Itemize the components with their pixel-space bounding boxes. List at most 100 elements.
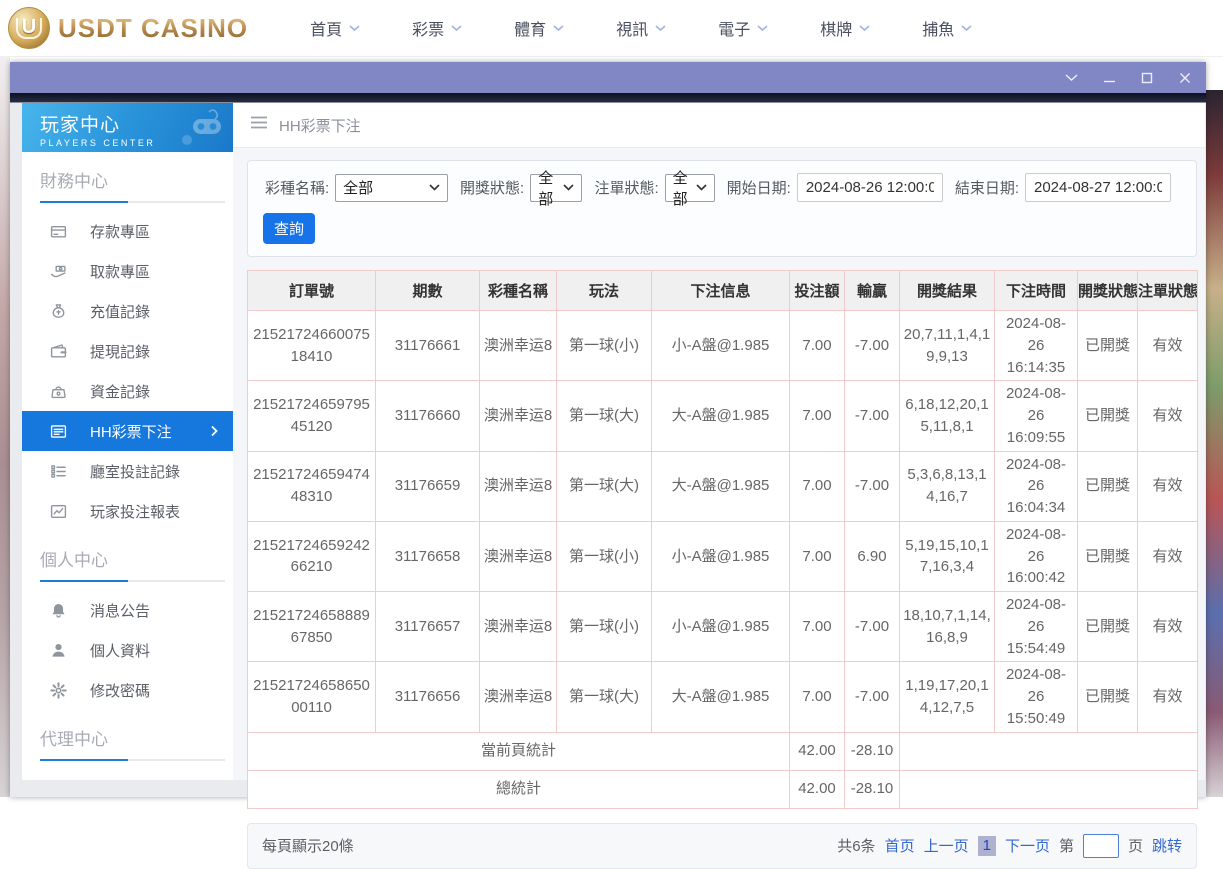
- prev-page-link[interactable]: 上一页: [924, 835, 969, 856]
- sidebar-item[interactable]: 存款專區: [22, 211, 233, 251]
- table-cell: 31176657: [375, 590, 480, 663]
- table-column-header: 下注信息: [651, 270, 790, 311]
- first-page-link[interactable]: 首页: [885, 835, 915, 856]
- nav-item[interactable]: 棋牌: [820, 16, 870, 40]
- table-cell: 大-A盤@1.985: [651, 661, 790, 733]
- withdraw-hand-icon: [49, 262, 67, 280]
- table-cell: 18,10,7,1,14,16,8,9: [899, 590, 995, 663]
- sidebar-item[interactable]: 代理規則說明: [22, 769, 233, 780]
- end-date-input[interactable]: [1025, 173, 1171, 202]
- table-cell: -7.00: [844, 661, 900, 733]
- table-cell: 31176660: [375, 380, 480, 452]
- nav-item[interactable]: 首頁: [310, 16, 360, 40]
- chevron-down-icon: [757, 19, 768, 37]
- table-cell: 5,19,15,10,17,16,3,4: [899, 520, 995, 593]
- logo-icon: U: [8, 7, 50, 49]
- window-titlebar: [10, 62, 1206, 93]
- table-cell: 小-A盤@1.985: [651, 590, 790, 663]
- summary-empty-cell: [899, 769, 1198, 809]
- table-cell: 2024-08-26 16:14:35: [994, 309, 1078, 382]
- breadcrumb: HH彩票下注: [233, 103, 1205, 148]
- table-row: 2152172465979545120 31176660 澳洲幸运8 第一球(大) 大-…: [247, 380, 1198, 452]
- table-cell: 2024-08-26 15:50:49: [994, 661, 1078, 733]
- jump-link[interactable]: 跳转: [1152, 835, 1182, 856]
- sidebar-item[interactable]: 提現記錄: [22, 331, 233, 371]
- minimize-icon[interactable]: [1102, 71, 1116, 85]
- menu-icon[interactable]: [250, 116, 268, 134]
- sidebar-item[interactable]: 資金記錄: [22, 371, 233, 411]
- table-cell: 第一球(大): [556, 450, 652, 522]
- nav-item-label: 捕魚: [922, 22, 955, 39]
- bets-table: 訂單號 期數 彩種名稱 玩法 下注信息 投注額 輸贏 開獎結果 下注時間 開獎狀態 注單狀態 215…: [247, 270, 1198, 809]
- nav-item[interactable]: 電子: [718, 16, 768, 40]
- money-bag-icon: [49, 302, 67, 320]
- table-cell: -7.00: [844, 309, 900, 382]
- summary-winloss-total: -28.10: [844, 769, 900, 809]
- collapse-icon[interactable]: [1064, 71, 1078, 85]
- table-cell: 7.00: [789, 661, 845, 733]
- table-cell: 20,7,11,1,4,19,9,13: [899, 309, 995, 382]
- sidebar-item-label: 代理規則說明: [90, 779, 180, 781]
- table-cell: 1,19,17,20,14,12,7,5: [899, 661, 995, 733]
- nav-item[interactable]: 體育: [514, 16, 564, 40]
- table-cell: -7.00: [844, 590, 900, 663]
- table-header-row: 訂單號 期數 彩種名稱 玩法 下注信息 投注額 輸贏 開獎結果 下注時間 開獎狀態 注單狀態: [247, 270, 1198, 311]
- nav-item[interactable]: 捕魚: [922, 16, 972, 40]
- main-content: HH彩票下注 彩種名稱: 全部 開獎狀態: 全部 注單狀態: 全部 開始日期: …: [233, 103, 1205, 869]
- sidebar-item[interactable]: HH彩票下注: [22, 411, 233, 451]
- table-cell: 2152172465947448310: [247, 450, 376, 522]
- sidebar-item-label: 資金記錄: [90, 383, 151, 401]
- table-cell: 7.00: [789, 590, 845, 663]
- sidebar-item[interactable]: 取款專區: [22, 251, 233, 291]
- lottery-name-select[interactable]: 全部: [335, 173, 449, 202]
- table-cell: 6,18,12,20,15,11,8,1: [899, 380, 995, 452]
- site-logo[interactable]: U USDT CASINO: [8, 7, 248, 49]
- filter-row: 彩種名稱: 全部 開獎狀態: 全部 注單狀態: 全部 開始日期: 2024-08…: [263, 170, 1181, 208]
- draw-status-select[interactable]: 全部: [530, 170, 583, 208]
- lottery-name-label: 彩種名稱:: [265, 180, 330, 197]
- nav-item-label: 彩票: [412, 22, 445, 39]
- page-size-text: 每頁顯示20條: [262, 838, 354, 855]
- nav-item[interactable]: 視訊: [616, 16, 666, 40]
- table-column-header: 投注額: [789, 270, 845, 311]
- order-status-select[interactable]: 全部: [664, 170, 715, 208]
- table-row: 2152172465947448310 31176659 澳洲幸运8 第一球(大) 大-…: [247, 450, 1198, 522]
- table-cell: 第一球(大): [556, 661, 652, 733]
- sidebar-item[interactable]: 修改密碼: [22, 670, 233, 710]
- maximize-icon[interactable]: [1140, 71, 1154, 85]
- nav-item-label: 體育: [514, 22, 547, 39]
- table-cell: 已開獎: [1077, 661, 1138, 733]
- order-status-label: 注單狀態:: [594, 180, 659, 197]
- nav-item[interactable]: 彩票: [412, 16, 462, 40]
- chevron-down-icon: [655, 19, 666, 37]
- next-page-link[interactable]: 下一页: [1005, 835, 1050, 856]
- table-cell: 6.90: [844, 520, 900, 593]
- start-date-input[interactable]: [796, 173, 943, 202]
- pagination: 共6条 首页 上一页 1 下一页 第 页 跳转: [837, 833, 1182, 858]
- sidebar-item[interactable]: 玩家投注報表: [22, 491, 233, 531]
- jump-prefix-label: 第: [1058, 838, 1074, 855]
- sidebar-item[interactable]: 廳室投註記錄: [22, 451, 233, 491]
- table-cell: 小-A盤@1.985: [651, 520, 790, 593]
- hall-record-icon: [49, 462, 67, 480]
- table-cell: 2152172465865000110: [247, 661, 376, 733]
- jump-suffix-label: 页: [1127, 838, 1143, 855]
- jump-page-input[interactable]: [1082, 833, 1119, 858]
- query-button[interactable]: 查詢: [263, 213, 315, 244]
- deposit-card-icon: [49, 222, 67, 240]
- gear-icon: [49, 681, 67, 699]
- current-page-indicator: 1: [977, 835, 996, 856]
- table-cell: 第一球(小): [556, 309, 652, 382]
- table-cell: 第一球(小): [556, 590, 652, 663]
- close-icon[interactable]: [1178, 71, 1192, 85]
- table-column-header: 開獎結果: [899, 270, 995, 311]
- sidebar-item[interactable]: 充值記錄: [22, 291, 233, 331]
- purse-icon: [49, 382, 67, 400]
- sidebar-item-label: HH彩票下注: [90, 423, 172, 441]
- chevron-down-icon: [349, 19, 360, 37]
- table-cell: 2024-08-26 16:00:42: [994, 520, 1078, 593]
- table-cell: 2152172465888967850: [247, 590, 376, 663]
- sidebar-item[interactable]: 消息公告: [22, 590, 233, 630]
- sidebar-item[interactable]: 個人資料: [22, 630, 233, 670]
- table-cell: 7.00: [789, 450, 845, 522]
